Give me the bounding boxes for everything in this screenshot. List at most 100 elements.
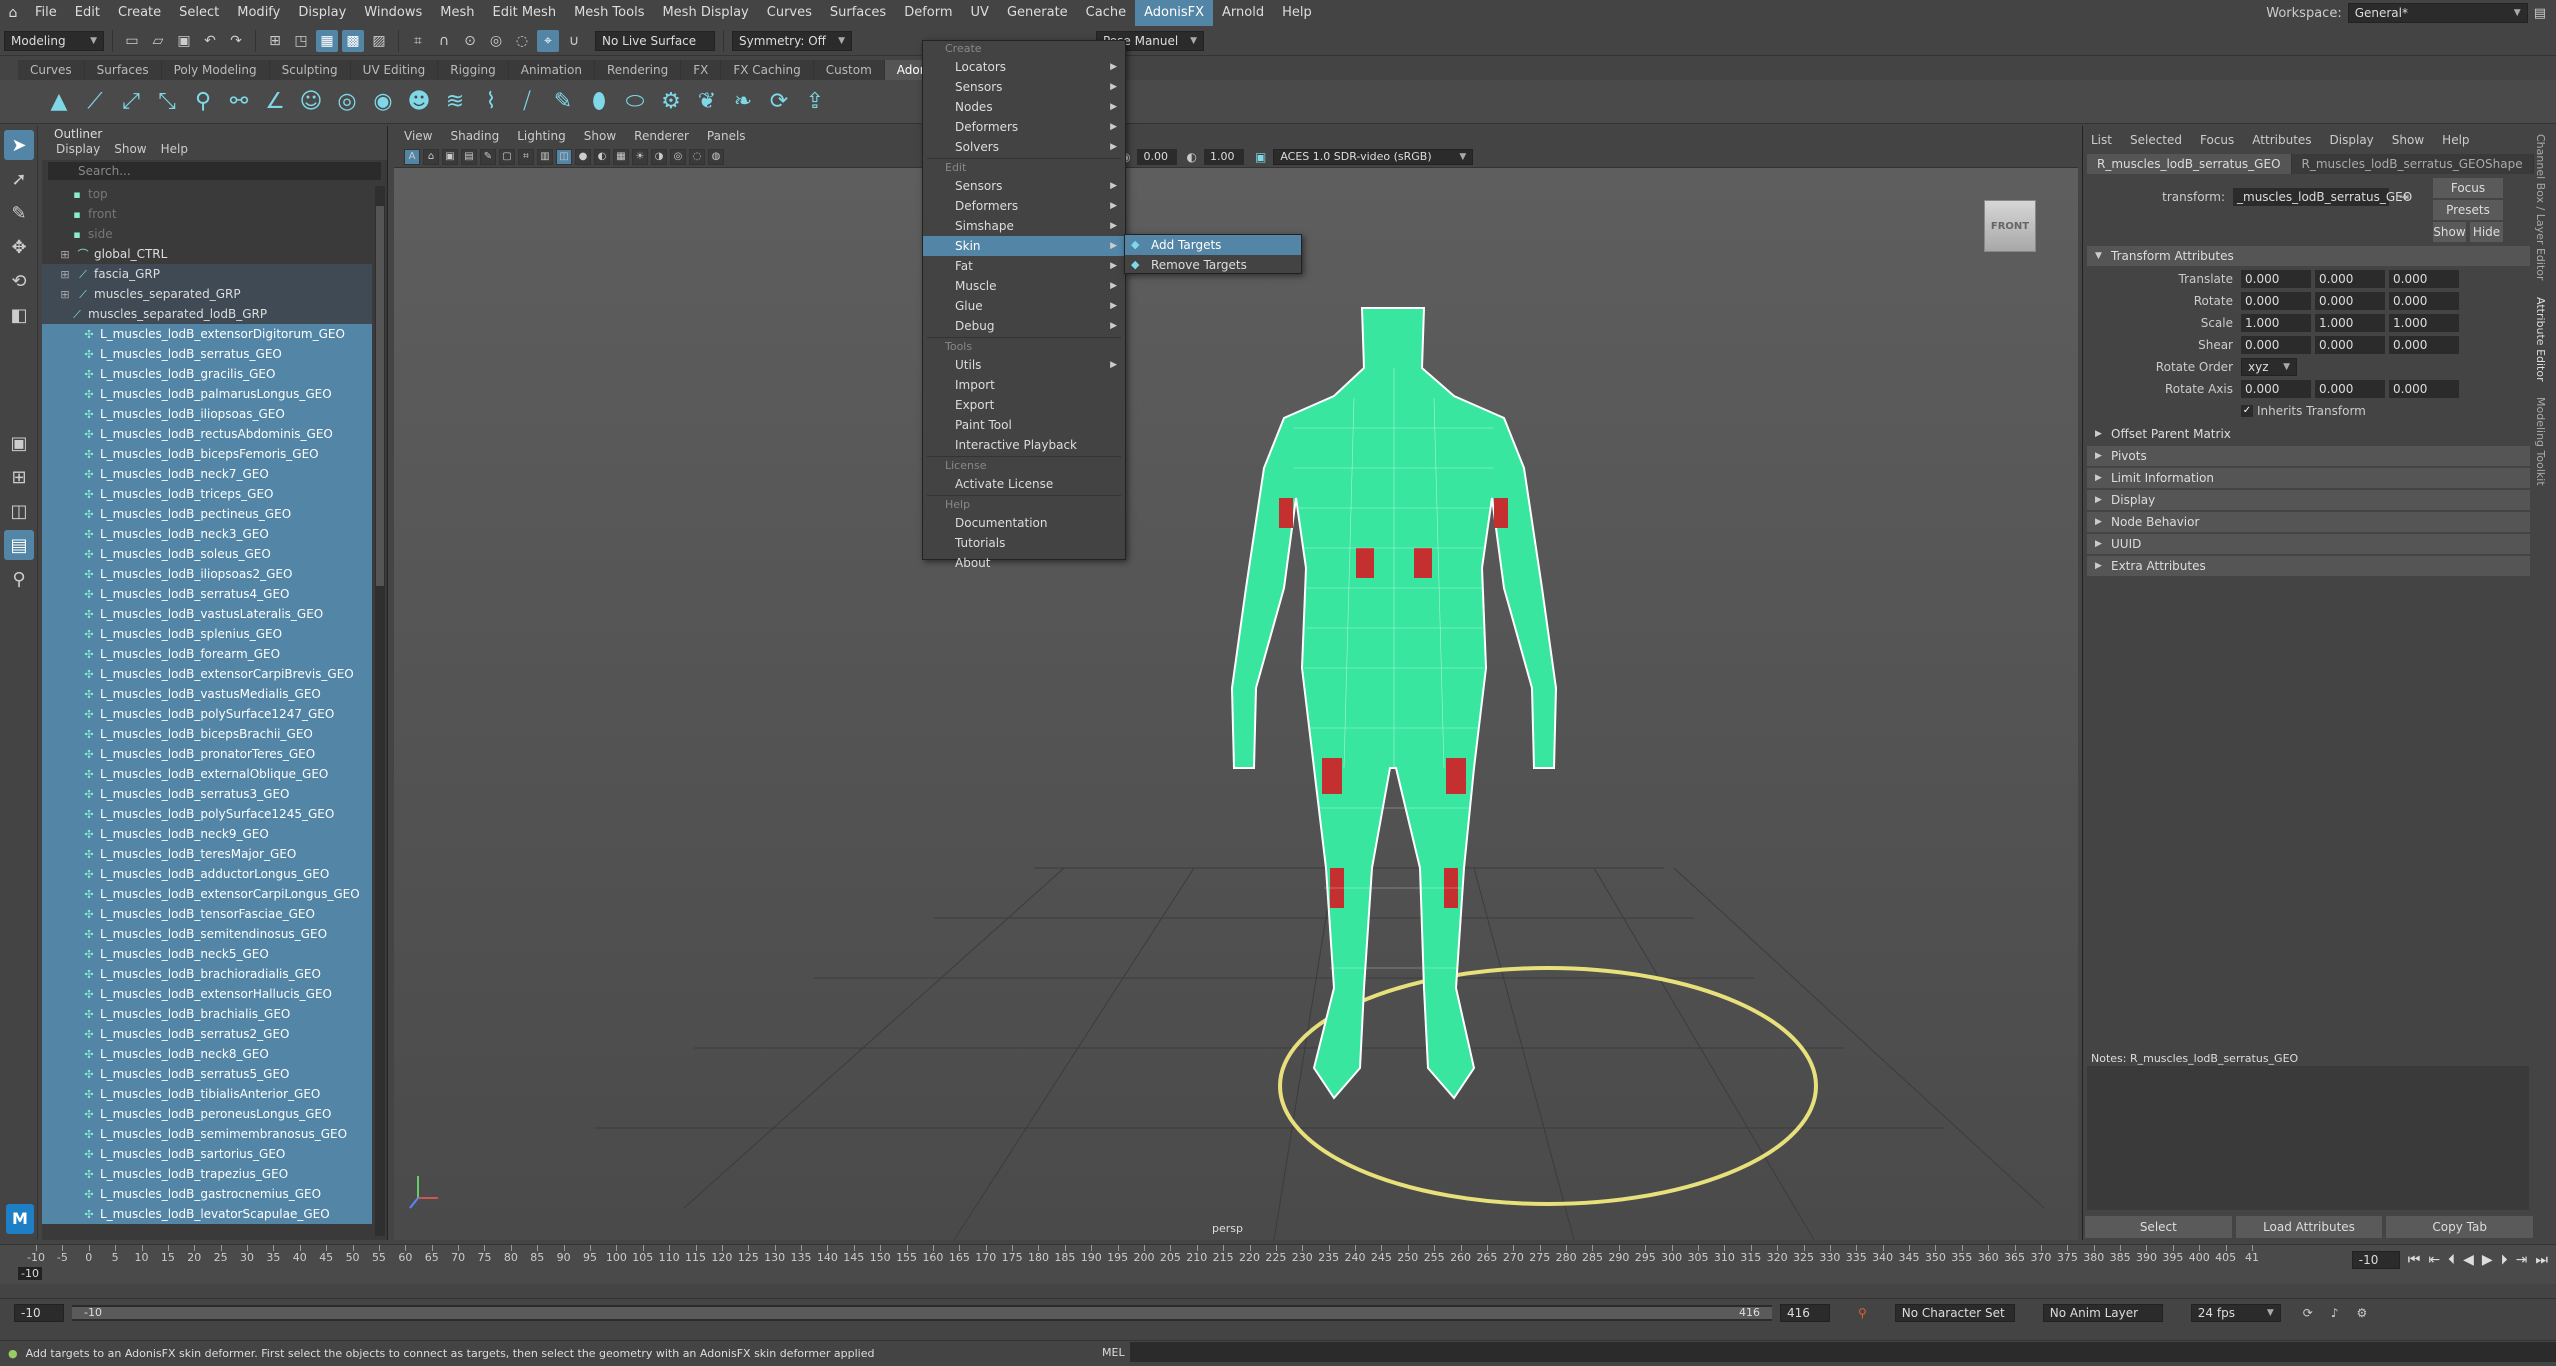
snap-view-icon[interactable]: ◎	[485, 30, 507, 52]
load-attributes-button[interactable]: Load Attributes	[2235, 1216, 2383, 1238]
outliner-row[interactable]: ✣ L_muscles_lodB_pronatorTeres_GEO	[42, 744, 372, 764]
viewport-menu-shading[interactable]: Shading	[450, 129, 499, 143]
lock-icon[interactable]: ▤	[2534, 6, 2546, 21]
anim-layer-dropdown[interactable]: No Anim Layer	[2042, 1303, 2163, 1322]
outliner-row[interactable]: ✣ L_muscles_lodB_iliopsoas_GEO	[42, 404, 372, 424]
menu-item-nodes[interactable]: Nodes ▶	[923, 97, 1125, 117]
shelf-tab-custom[interactable]: Custom	[813, 60, 885, 80]
view-transform-dropdown[interactable]: ACES 1.0 SDR-video (sRGB) ▼	[1273, 148, 1474, 165]
menu-item-fat[interactable]: Fat ▶	[923, 256, 1125, 276]
menu-item-import[interactable]: Import	[923, 375, 1125, 395]
expand-icon[interactable]: ⊞	[58, 245, 72, 265]
outliner-row[interactable]: ✣ L_muscles_lodB_serratus2_GEO	[42, 1024, 372, 1044]
menu-item-remove-targets[interactable]: ◆ Remove Targets	[1125, 255, 1301, 275]
gamma-field[interactable]: 1.00	[1203, 148, 1244, 165]
workspace-dropdown[interactable]: General* ▼	[2347, 3, 2528, 23]
menu-generate[interactable]: Generate	[998, 0, 1077, 26]
loop-icon[interactable]: ⟳	[2303, 1306, 2313, 1320]
side-tab[interactable]: Modeling Toolkit	[2534, 389, 2547, 494]
menu-select[interactable]: Select	[170, 0, 228, 26]
bone-icon[interactable]: ⧸	[512, 85, 542, 119]
expand-icon[interactable]: ⊞	[58, 285, 72, 305]
outliner-row[interactable]: ✣ L_muscles_lodB_neck3_GEO	[42, 524, 372, 544]
menu-item-debug[interactable]: Debug ▶	[923, 316, 1125, 336]
menu-item-add-targets[interactable]: ◆ Add Targets	[1125, 235, 1301, 255]
snap-curve-icon[interactable]: ∩	[433, 30, 455, 52]
translate-field[interactable]: 0.000	[2389, 270, 2459, 288]
select-tool-icon[interactable]: ➤	[4, 130, 34, 160]
select-camera-icon[interactable]: A	[404, 148, 420, 165]
select-button[interactable]: Select	[2085, 1216, 2232, 1238]
outliner-row[interactable]: ✣ L_muscles_lodB_gastrocnemius_GEO	[42, 1184, 372, 1204]
debug-icon[interactable]: ⚙	[656, 85, 686, 119]
outliner-scrollbar[interactable]	[375, 186, 385, 1236]
menu-windows[interactable]: Windows	[355, 0, 431, 26]
shelf-tab-rendering[interactable]: Rendering	[594, 60, 682, 80]
outliner-row[interactable]: ✣ L_muscles_lodB_serratus_GEO	[42, 344, 372, 364]
step-back-key-icon[interactable]: ⇤	[2428, 1252, 2440, 1268]
outliner-row[interactable]: ✣ L_muscles_lodB_extensorHallucis_GEO	[42, 984, 372, 1004]
ae-tab[interactable]: R_muscles_lodB_serratus_GEOShape	[2291, 154, 2534, 174]
outliner-row[interactable]: ▪ front	[42, 204, 372, 224]
viewport-panel[interactable]: View Shading Lighting Show Renderer Panels A …	[394, 126, 2078, 1240]
outliner-row[interactable]: ▪ top	[42, 184, 372, 204]
menu-item-about[interactable]: About	[923, 553, 1125, 573]
outliner-row[interactable]: ✣ L_muscles_lodB_bicepsBrachii_GEO	[42, 724, 372, 744]
redo-icon[interactable]: ↷	[225, 30, 247, 52]
outliner-row[interactable]: ✣ L_muscles_lodB_peroneusLongus_GEO	[42, 1104, 372, 1124]
outliner-row[interactable]: ✣ L_muscles_lodB_polySurface1247_GEO	[42, 704, 372, 724]
glue-icon[interactable]: ⌇	[476, 85, 506, 119]
shear-field[interactable]: 0.000	[2389, 336, 2459, 354]
focus-arrow-icon[interactable]: ⇥	[2399, 190, 2409, 204]
rig-icon[interactable]: ⚯	[224, 85, 254, 119]
mel-command-input[interactable]	[1130, 1342, 2556, 1362]
outliner-row[interactable]: ✣ L_muscles_lodB_vastusLateralis_GEO	[42, 604, 372, 624]
preferences-icon[interactable]: ⚙	[2357, 1306, 2368, 1320]
outliner-row[interactable]: ✣ L_muscles_lodB_adductorLongus_GEO	[42, 864, 372, 884]
playback-icon[interactable]: ⟳	[764, 85, 794, 119]
viewport-menu-lighting[interactable]: Lighting	[517, 129, 566, 143]
outliner-layout-icon[interactable]: ▤	[4, 530, 34, 560]
menu-item-utils[interactable]: Utils ▶	[923, 355, 1125, 375]
fiber-icon[interactable]: ≋	[440, 85, 470, 119]
viewport-menu-renderer[interactable]: Renderer	[634, 129, 689, 143]
rotate-field[interactable]: 0.000	[2241, 292, 2311, 310]
menu-edit[interactable]: Edit	[66, 0, 109, 26]
section-uuid[interactable]: ▶ UUID	[2087, 534, 2530, 554]
inherits-transform-checkbox[interactable]: ✓	[2241, 405, 2253, 417]
menu-item-muscle[interactable]: Muscle ▶	[923, 276, 1125, 296]
outliner-row[interactable]: ✣ L_muscles_lodB_serratus4_GEO	[42, 584, 372, 604]
scale-field[interactable]: 1.000	[2315, 314, 2385, 332]
outliner-row[interactable]: ✣ L_muscles_lodB_neck9_GEO	[42, 824, 372, 844]
go-to-start-icon[interactable]: ⏮	[2408, 1252, 2421, 1268]
angle-icon[interactable]: ∠	[260, 85, 290, 119]
rotate-field[interactable]: 0.000	[2389, 292, 2459, 310]
select-mask-icon[interactable]: ▨	[368, 30, 390, 52]
outliner-menu-show[interactable]: Show	[114, 142, 146, 160]
rotate-field[interactable]: 0.000	[2315, 292, 2385, 310]
outliner-row[interactable]: ✣ L_muscles_lodB_soleus_GEO	[42, 544, 372, 564]
menu-item-tutorials[interactable]: Tutorials	[923, 533, 1125, 553]
menu-file[interactable]: File	[26, 0, 66, 26]
attachment-icon[interactable]: ⤡	[152, 85, 182, 119]
open-scene-icon[interactable]: ▱	[147, 30, 169, 52]
menu-item-sensors[interactable]: Sensors ▶	[923, 77, 1125, 97]
play-forward-icon[interactable]: ▶	[2482, 1252, 2493, 1268]
sound-icon[interactable]: ♪	[2331, 1306, 2339, 1320]
scroll-thumb[interactable]	[376, 206, 384, 586]
ae-menu-focus[interactable]: Focus	[2200, 133, 2234, 147]
menu-item-deformers[interactable]: Deformers ▶	[923, 117, 1125, 137]
bookmark-icon[interactable]: ▣	[442, 148, 458, 165]
section-node-behavior[interactable]: ▶ Node Behavior	[2087, 512, 2530, 532]
section-limit-information[interactable]: ▶ Limit Information	[2087, 468, 2530, 488]
default-material-icon[interactable]: ◐	[594, 148, 610, 165]
outliner-row[interactable]: ⟋ muscles_separated_lodB_GRP	[42, 304, 372, 324]
gate-icon[interactable]: ▢	[499, 148, 515, 165]
search-icon[interactable]: ⚲	[4, 564, 34, 594]
viewcube[interactable]: FRONT	[1984, 200, 2036, 252]
select-object-icon[interactable]: ◳	[290, 30, 312, 52]
focus-button[interactable]: Focus	[2433, 178, 2503, 198]
lights-icon[interactable]: ☀	[632, 148, 648, 165]
menu-item-locators[interactable]: Locators ▶	[923, 57, 1125, 77]
outliner-row[interactable]: ✣ L_muscles_lodB_brachialis_GEO	[42, 1004, 372, 1024]
